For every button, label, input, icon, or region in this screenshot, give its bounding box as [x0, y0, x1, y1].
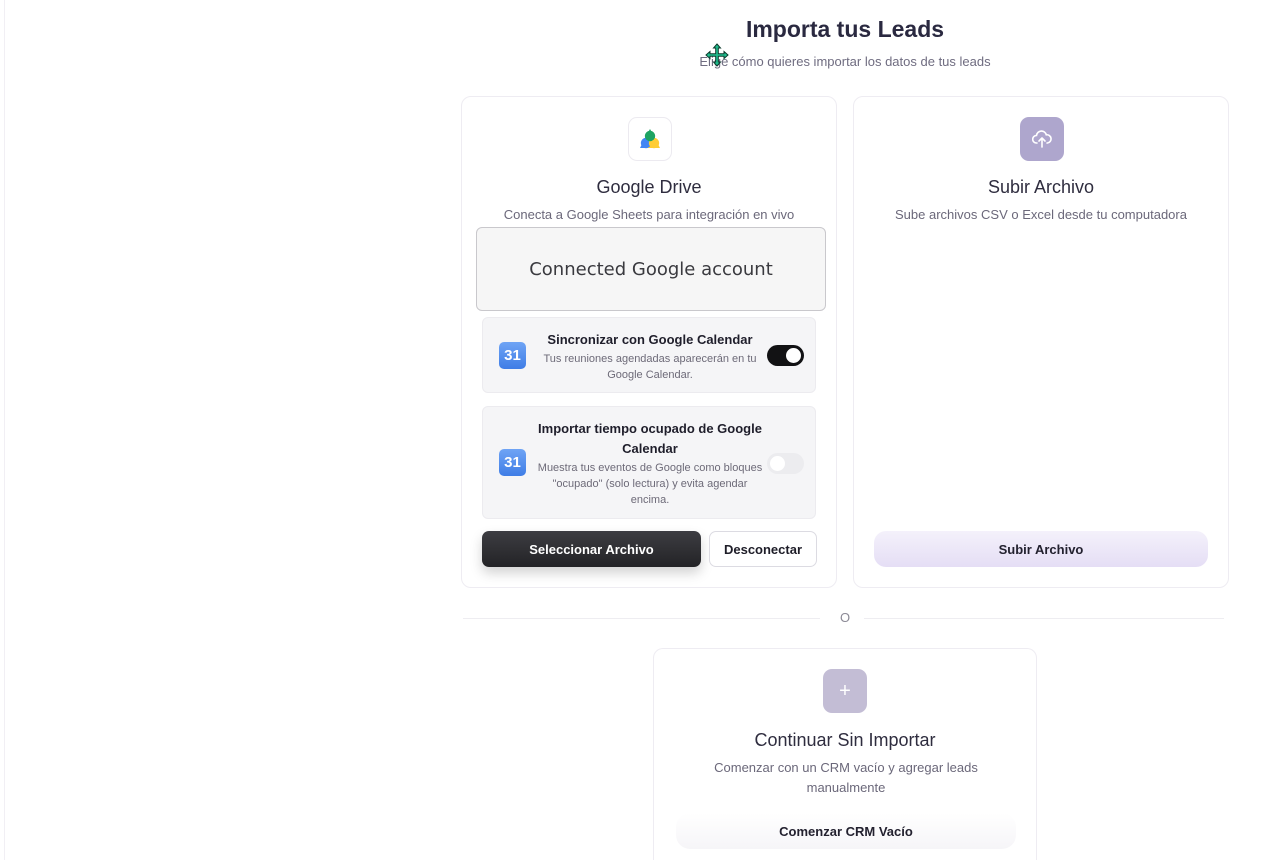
sync-calendar-option: 31 Sincronizar con Google Calendar Tus r… — [482, 317, 816, 393]
google-calendar-icon: 31 — [499, 342, 526, 369]
plus-icon: + — [823, 669, 867, 713]
continue-without-import-description: Comenzar con un CRM vacío y agregar lead… — [714, 760, 978, 795]
upload-file-button[interactable]: Subir Archivo — [874, 531, 1208, 567]
upload-file-card[interactable]: Subir Archivo Sube archivos CSV o Excel … — [853, 96, 1229, 588]
continue-without-import-title: Continuar Sin Importar — [754, 730, 936, 750]
import-leads-page: Importa tus Leads Elige cómo quieres imp… — [0, 0, 1275, 860]
start-empty-crm-button[interactable]: Comenzar CRM Vacío — [676, 813, 1016, 849]
page-title: Importa tus Leads — [745, 16, 945, 42]
sync-calendar-description: Tus reuniones agendadas aparecerán en tu… — [543, 353, 757, 381]
continue-without-import-card[interactable]: + Continuar Sin Importar Comenzar con un… — [653, 648, 1037, 860]
google-calendar-icon: 31 — [499, 449, 526, 476]
import-busy-toggle[interactable] — [767, 453, 804, 474]
google-drive-title: Google Drive — [596, 177, 702, 197]
move-cursor-icon — [705, 43, 729, 67]
disconnect-button[interactable]: Desconectar — [709, 531, 817, 567]
sync-calendar-toggle[interactable] — [767, 345, 804, 366]
divider-or: O — [839, 610, 851, 625]
import-busy-title: Importar tiempo ocupado de Google Calend… — [538, 421, 762, 456]
upload-file-description: Sube archivos CSV o Excel desde tu compu… — [895, 207, 1187, 222]
divider-line-left — [463, 618, 820, 619]
sync-calendar-title: Sincronizar con Google Calendar — [547, 332, 753, 347]
toggle-knob — [770, 456, 785, 471]
upload-file-title: Subir Archivo — [987, 177, 1095, 197]
select-file-button[interactable]: Seleccionar Archivo — [482, 531, 701, 567]
import-busy-description: Muestra tus eventos de Google como bloqu… — [537, 462, 763, 506]
import-busy-time-option: 31 Importar tiempo ocupado de Google Cal… — [482, 406, 816, 519]
google-drive-icon — [628, 117, 672, 161]
connected-google-account[interactable]: Connected Google account — [476, 227, 826, 311]
toggle-knob — [786, 348, 801, 363]
google-drive-description: Conecta a Google Sheets para integración… — [503, 207, 795, 222]
google-drive-card[interactable]: Google Drive Conecta a Google Sheets par… — [461, 96, 837, 588]
divider-line-right — [864, 618, 1224, 619]
upload-cloud-icon — [1020, 117, 1064, 161]
page-subtitle: Elige cómo quieres importar los datos de… — [699, 54, 991, 69]
left-border — [4, 0, 5, 860]
